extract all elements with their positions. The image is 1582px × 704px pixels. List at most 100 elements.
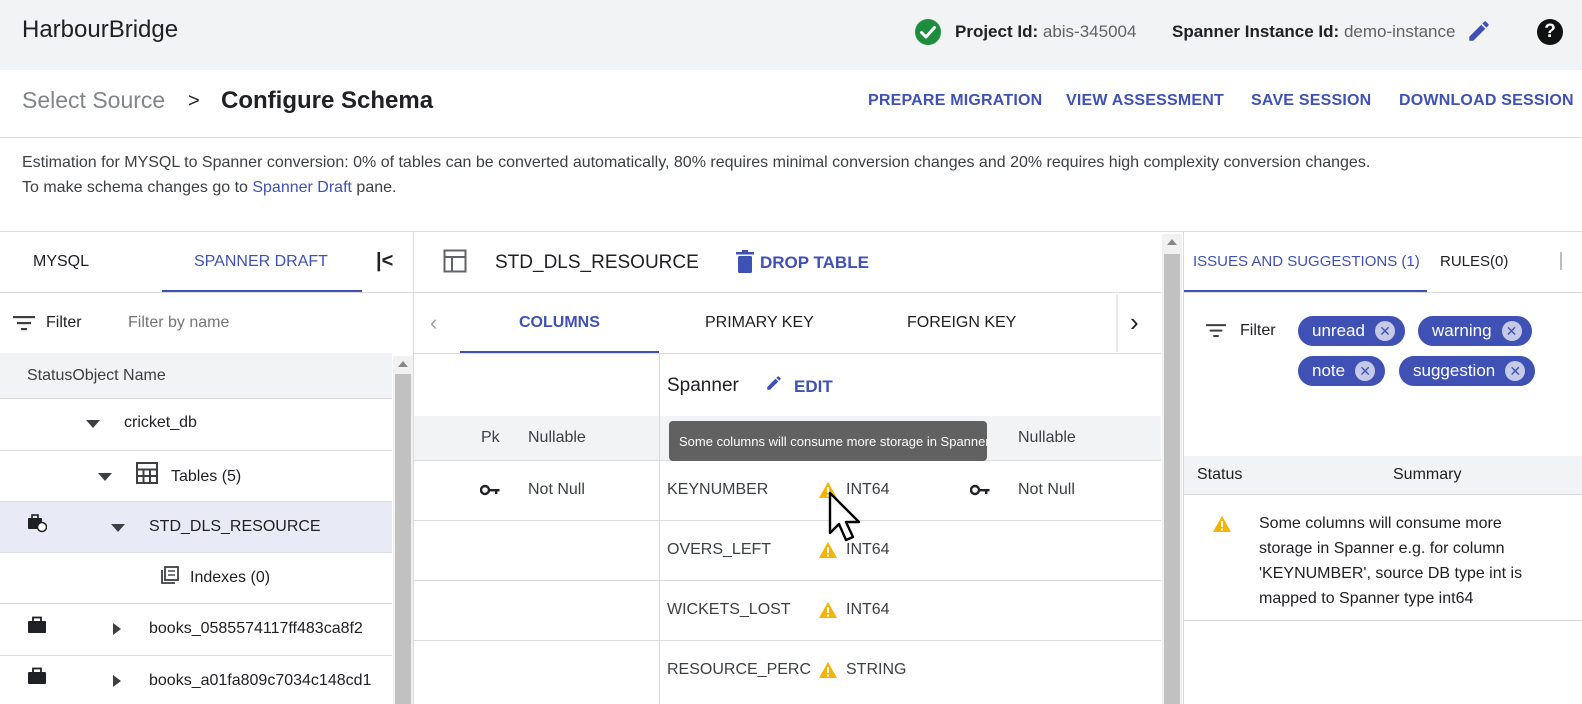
drop-table-button[interactable]: DROP TABLE [760,253,869,273]
col-header-pk: Pk [481,429,500,446]
conversion-estimation: Estimation for MYSQL to Spanner conversi… [22,150,1562,200]
col-header-nullable-spanner: Nullable [1018,429,1076,446]
issue-line: mapped to Spanner type int64 [1259,590,1474,607]
row-divider [414,580,1161,581]
issue-line: storage in Spanner e.g. for column [1259,540,1505,557]
warning-icon [819,662,837,678]
left-tabs-divider [0,292,413,293]
hint-suffix: pane. [351,179,397,196]
edit-instance-icon[interactable] [1466,18,1492,44]
chip-label: suggestion [1413,361,1496,380]
tabs-divider [414,353,1161,354]
spanner-nullable-value: Not Null [1018,481,1075,498]
issues-row-divider [1184,620,1582,621]
filter-chip-warning[interactable]: warning ✕ [1418,316,1532,346]
save-session-button[interactable]: SAVE SESSION [1251,92,1371,110]
spanner-column-group: Spanner [667,375,739,396]
expand-arrow-icon[interactable] [111,524,125,532]
chip-label: note [1312,361,1346,380]
collapse-arrow-icon[interactable] [113,623,121,635]
tab-issues-and-suggestions[interactable]: ISSUES AND SUGGESTIONS (1) [1193,253,1420,270]
tab-primary-key[interactable]: PRIMARY KEY [705,314,814,332]
issues-filter-label: Filter [1240,322,1276,339]
tree-item-books-2[interactable]: books_a01fa809c7034c148cd1 [149,672,389,690]
key-icon [970,484,990,496]
download-session-button[interactable]: DOWNLOAD SESSION [1399,92,1574,110]
schema-change-hint: To make schema changes go to Spanner Dra… [22,175,1562,200]
selected-table-name: STD_DLS_RESOURCE [495,252,699,273]
issue-summary: Some columns will consume more storage i… [1259,511,1579,611]
tab-mysql[interactable]: MYSQL [33,253,89,271]
edit-button[interactable]: EDIT [794,377,833,397]
column-type: STRING [846,661,907,678]
issues-col-status: Status [1197,466,1243,483]
tree-item-indexes[interactable]: Indexes (0) [190,569,270,587]
expand-arrow-icon[interactable] [98,473,112,481]
tree-divider [0,655,392,656]
row-divider [414,640,1161,641]
table-grid-icon [136,462,158,484]
tree-item-tables[interactable]: Tables (5) [171,468,241,486]
tree-item-cricket-db[interactable]: cricket_db [124,414,197,432]
spanner-instance-id: Spanner Instance Id: demo-instance [1172,22,1456,41]
source-nullable-value: Not Null [528,481,585,498]
view-assessment-button[interactable]: VIEW ASSESSMENT [1066,92,1224,110]
remove-chip-icon[interactable]: ✕ [1355,361,1376,381]
scroll-up-icon[interactable] [1167,239,1177,245]
help-icon[interactable]: ? [1537,19,1563,45]
row-divider [414,520,1161,521]
collapse-panel-icon[interactable]: |< [376,250,393,273]
tabs-scroll-left-icon[interactable]: ‹ [430,310,437,336]
tree-divider [0,450,392,451]
remove-chip-icon[interactable]: ✕ [1501,321,1522,341]
filter-by-name-input[interactable] [128,312,388,334]
left-scrollbar-thumb[interactable] [395,374,411,704]
source-spanner-divider [659,354,660,704]
issue-line: 'KEYNUMBER', source DB type int is [1259,565,1523,582]
filter-chip-suggestion[interactable]: suggestion ✕ [1399,356,1536,386]
project-id: Project Id: abis-345004 [955,22,1137,41]
tabs-overflow-edge [1560,252,1562,270]
breadcrumb-select-source[interactable]: Select Source [22,87,165,114]
status-object-name-header: StatusObject Name [27,367,166,384]
scroll-up-icon[interactable] [398,361,408,367]
remove-chip-icon[interactable]: ✕ [1374,321,1395,341]
issues-table-header [1184,456,1582,494]
tab-spanner-draft[interactable]: SPANNER DRAFT [194,253,328,271]
estimation-line: Estimation for MYSQL to Spanner conversi… [22,154,1371,171]
filter-chip-unread[interactable]: unread ✕ [1298,316,1405,346]
filter-label: Filter [46,314,82,331]
tab-foreign-key[interactable]: FOREIGN KEY [907,314,1016,332]
spanner-draft-link[interactable]: Spanner Draft [252,179,352,196]
delete-icon[interactable] [736,250,754,273]
filter-icon [1206,324,1226,338]
issue-line: Some columns will consume more [1259,515,1502,532]
tooltip-text: Some columns will consume more storage i… [679,433,990,449]
filter-chip-note[interactable]: note ✕ [1298,356,1386,386]
right-tabs-divider [1184,292,1582,293]
collapse-arrow-icon[interactable] [113,675,121,687]
left-panel-divider [413,231,414,704]
remove-chip-icon[interactable]: ✕ [1505,361,1526,381]
column-name: RESOURCE_PERC [667,661,812,678]
middle-header-divider [414,292,1161,293]
key-icon [480,484,500,496]
tab-columns[interactable]: COLUMNS [519,314,600,332]
tree-item-books-1[interactable]: books_0585574117ff483ca8f2 [149,620,389,638]
tree-divider [0,603,392,604]
chip-label: unread [1312,321,1365,340]
warning-icon [819,602,837,618]
tab-rules[interactable]: RULES(0) [1440,253,1508,270]
tabs-scroll-right-icon[interactable]: › [1130,307,1139,338]
tree-divider [0,398,392,399]
expand-arrow-icon[interactable] [86,420,100,428]
edit-icon[interactable] [765,374,783,392]
briefcase-warning-icon [28,514,47,533]
tabs-edge-shadow [1116,294,1118,352]
middle-scrollbar-thumb[interactable] [1164,254,1180,704]
tree-item-std-dls-resource[interactable]: STD_DLS_RESOURCE [149,518,321,536]
check-circle-icon [915,19,941,45]
prepare-migration-button[interactable]: PREPARE MIGRATION [868,92,1042,110]
column-name: KEYNUMBER [667,481,769,498]
filter-icon [13,316,35,331]
